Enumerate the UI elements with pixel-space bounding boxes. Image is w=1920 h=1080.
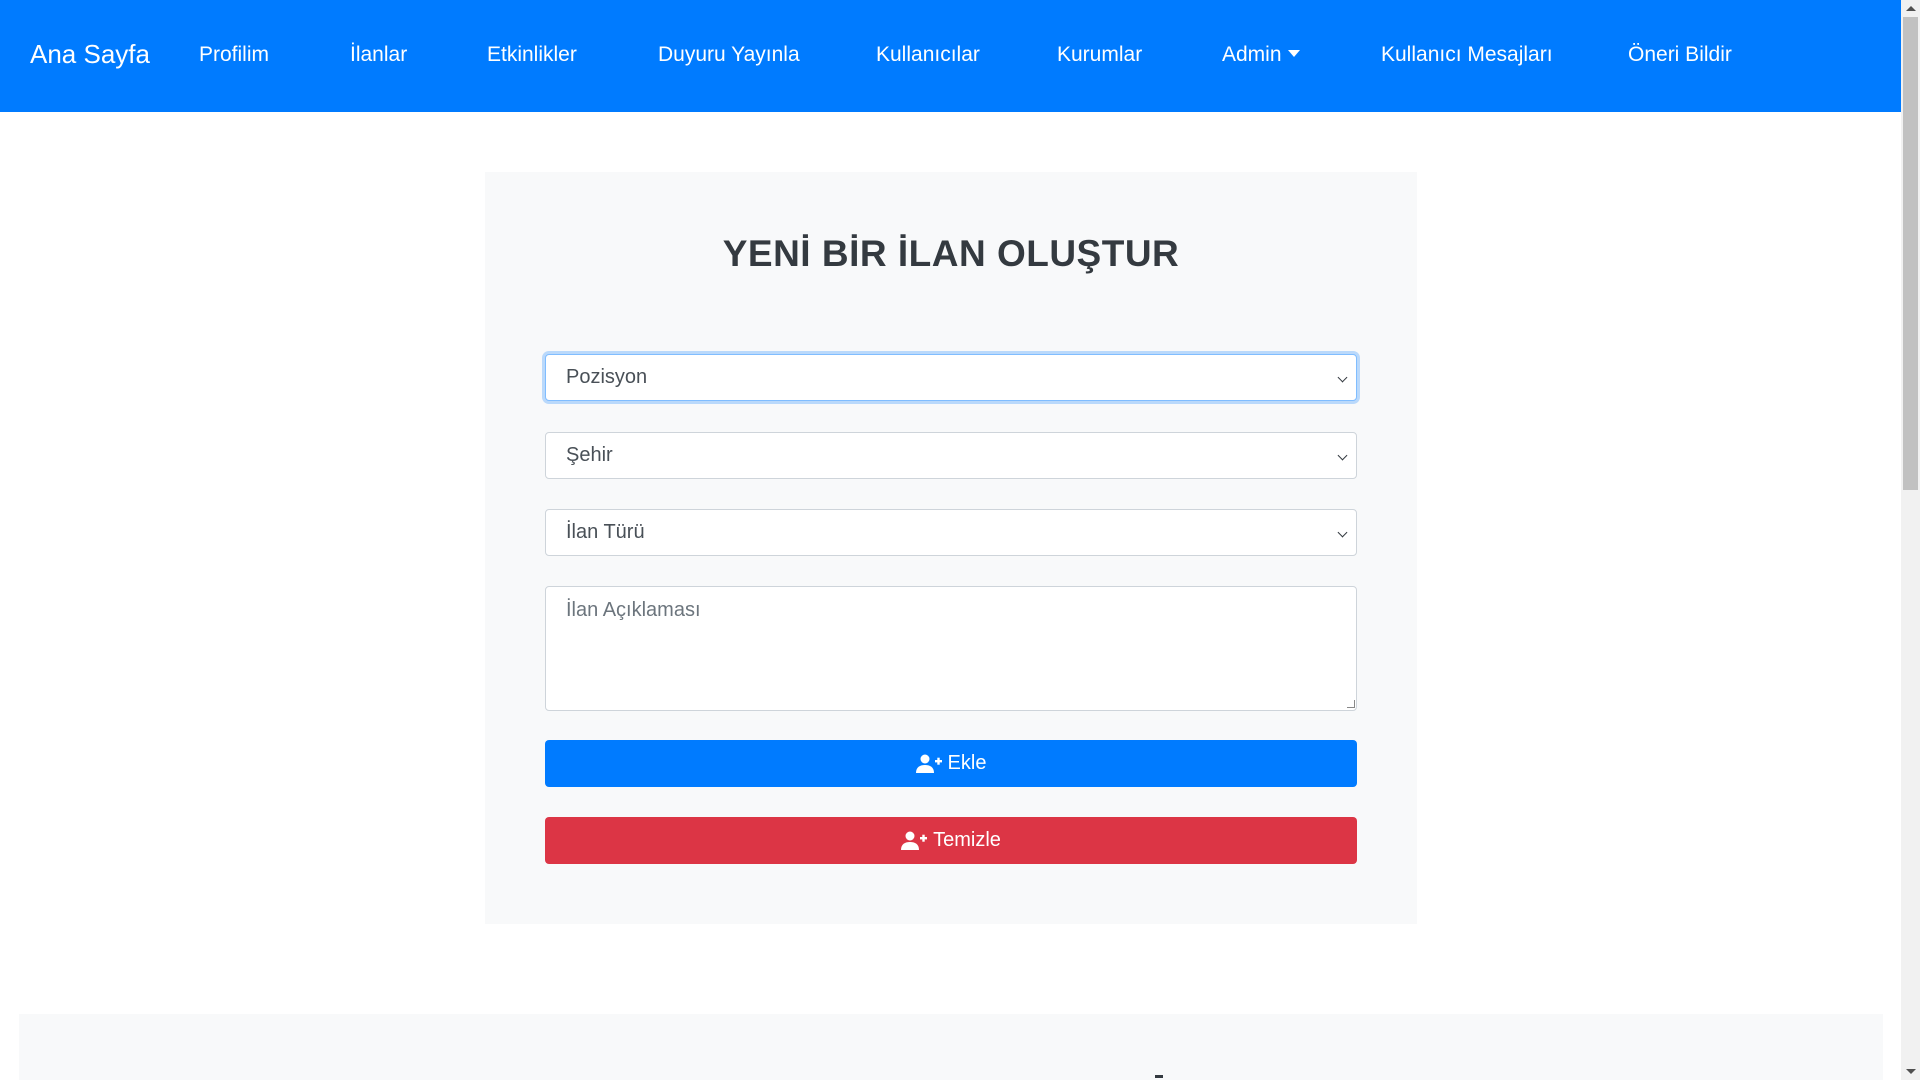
create-listing-card: YENİ BİR İLAN OLUŞTUR Pozisyon Şehir İla… (485, 172, 1417, 924)
description-textarea[interactable] (545, 586, 1357, 711)
chevron-down-icon (1337, 450, 1348, 461)
city-select-value: Şehir (566, 444, 613, 466)
nav-item-kullanicilar[interactable]: Kullanıcılar (876, 42, 980, 68)
scroll-up-button[interactable] (1901, 0, 1920, 17)
scroll-down-button[interactable] (1901, 1063, 1920, 1080)
nav-item-profilim[interactable]: Profilim (199, 42, 269, 68)
user-plus-icon (915, 754, 942, 773)
nav-item-etkinlikler[interactable]: Etkinlikler (487, 42, 577, 68)
chevron-down-icon (1337, 372, 1348, 383)
listing-type-select[interactable]: İlan Türü (545, 509, 1357, 556)
position-select-value: Pozisyon (566, 366, 648, 388)
arrow-up-icon (1905, 6, 1916, 11)
nav-item-kurumlar[interactable]: Kurumlar (1057, 42, 1142, 68)
nav-item-admin-label: Admin (1222, 43, 1282, 66)
position-select[interactable]: Pozisyon (545, 354, 1357, 401)
nav-item-kullanici-mesajlari[interactable]: Kullanıcı Mesajları (1381, 42, 1553, 68)
resize-grip-icon[interactable] (1347, 700, 1355, 708)
scrollbar-thumb[interactable] (1903, 17, 1918, 490)
add-button[interactable]: Ekle (545, 740, 1357, 787)
city-select[interactable]: Şehir (545, 432, 1357, 479)
caret-down-icon (1287, 50, 1300, 57)
user-plus-icon (901, 831, 928, 850)
chevron-down-icon (1337, 527, 1348, 538)
nav-item-admin-dropdown[interactable]: Admin (1222, 42, 1300, 68)
listing-type-select-value: İlan Türü (566, 521, 645, 543)
nav-item-oneri-bildir[interactable]: Öneri Bildir (1628, 42, 1732, 68)
nav-item-duyuru-yayinla[interactable]: Duyuru Yayınla (658, 42, 800, 68)
top-navbar: Ana Sayfa Profilim İlanlar Etkinlikler D… (0, 0, 1901, 112)
arrow-down-icon (1905, 1069, 1916, 1074)
lower-section-glyph (1155, 1075, 1163, 1078)
clear-button-label: Temizle (933, 829, 1001, 851)
brand-home-link[interactable]: Ana Sayfa (30, 38, 150, 70)
lower-section (19, 1014, 1883, 1080)
add-button-label: Ekle (947, 752, 987, 774)
nav-item-ilanlar[interactable]: İlanlar (350, 42, 407, 68)
clear-button[interactable]: Temizle (545, 817, 1357, 864)
page-title: YENİ BİR İLAN OLUŞTUR (722, 233, 1180, 274)
vertical-scrollbar[interactable] (1901, 0, 1920, 1080)
